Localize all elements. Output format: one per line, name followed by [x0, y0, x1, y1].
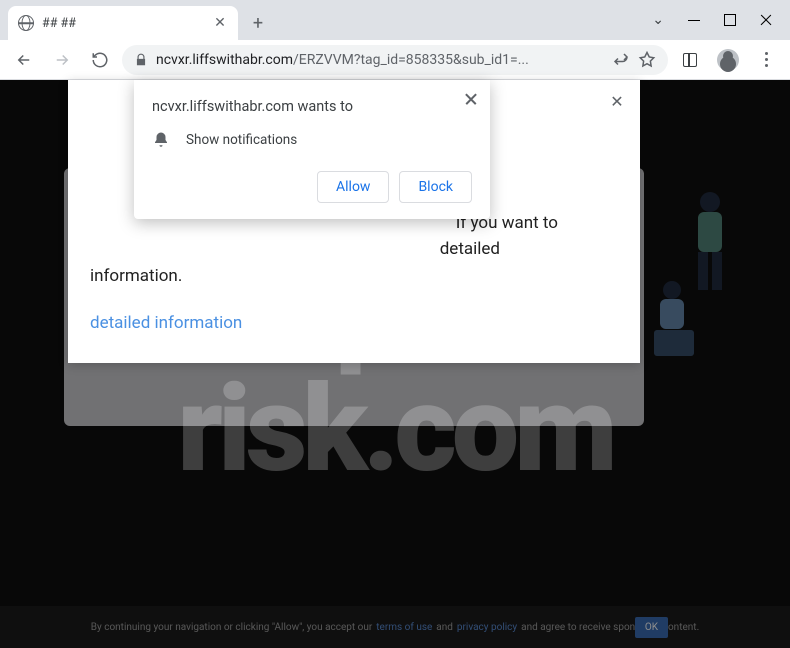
- browser-titlebar: ## ## ✕ + ⌄: [0, 0, 790, 40]
- window-minimize-button[interactable]: [688, 14, 700, 26]
- permission-label: Show notifications: [186, 132, 297, 148]
- forward-button[interactable]: [46, 44, 78, 76]
- address-bar[interactable]: ncvxr.liffswithabr.com/ERZVVM?tag_id=858…: [122, 45, 668, 75]
- menu-dots-icon: [765, 52, 768, 67]
- consent-text-2: and: [436, 622, 453, 633]
- consent-text-1: By continuing your navigation or clickin…: [91, 622, 373, 633]
- terms-link[interactable]: terms of use: [376, 622, 432, 633]
- lock-icon: [134, 53, 148, 67]
- bell-icon: [152, 131, 170, 149]
- dialog-close-icon[interactable]: ✕: [608, 92, 626, 110]
- back-button[interactable]: [8, 44, 40, 76]
- notification-permission-prompt: ncvxr.liffswithabr.com wants to Show not…: [134, 80, 490, 219]
- dialog-body: If you want to detailed information.: [90, 210, 618, 289]
- browser-tab[interactable]: ## ## ✕: [8, 6, 238, 40]
- new-tab-button[interactable]: +: [244, 9, 272, 37]
- consent-ok-button[interactable]: OK: [635, 617, 668, 638]
- close-tab-icon[interactable]: ✕: [212, 15, 228, 31]
- avatar-icon: [717, 49, 739, 71]
- main-menu-button[interactable]: [750, 44, 782, 76]
- tab-search-chevron-icon[interactable]: ⌄: [652, 12, 664, 28]
- reload-button[interactable]: [84, 44, 116, 76]
- share-icon[interactable]: [612, 51, 630, 69]
- privacy-link[interactable]: privacy policy: [457, 622, 517, 633]
- globe-icon: [18, 15, 34, 31]
- page-content: pc risk.com ✕ If you want to detailed in…: [0, 80, 790, 648]
- profile-button[interactable]: [712, 44, 744, 76]
- window-close-button[interactable]: [760, 14, 772, 26]
- url-text: ncvxr.liffswithabr.com/ERZVVM?tag_id=858…: [156, 52, 604, 68]
- permission-close-icon[interactable]: [464, 92, 478, 106]
- window-maximize-button[interactable]: [724, 14, 736, 26]
- window-controls: ⌄: [634, 0, 790, 40]
- tab-title: ## ##: [42, 16, 204, 31]
- consent-bar: By continuing your navigation or clickin…: [0, 606, 790, 648]
- allow-button[interactable]: Allow: [317, 171, 389, 203]
- block-button[interactable]: Block: [399, 171, 472, 203]
- panel-icon: [683, 53, 697, 67]
- detailed-information-link[interactable]: detailed information: [90, 313, 242, 333]
- consent-text-3: and agree to receive sponsored content.: [521, 622, 699, 633]
- permission-origin-text: ncvxr.liffswithabr.com wants to: [152, 98, 472, 115]
- side-panel-button[interactable]: [674, 44, 706, 76]
- bookmark-star-icon[interactable]: [638, 51, 656, 69]
- browser-toolbar: ncvxr.liffswithabr.com/ERZVVM?tag_id=858…: [0, 40, 790, 80]
